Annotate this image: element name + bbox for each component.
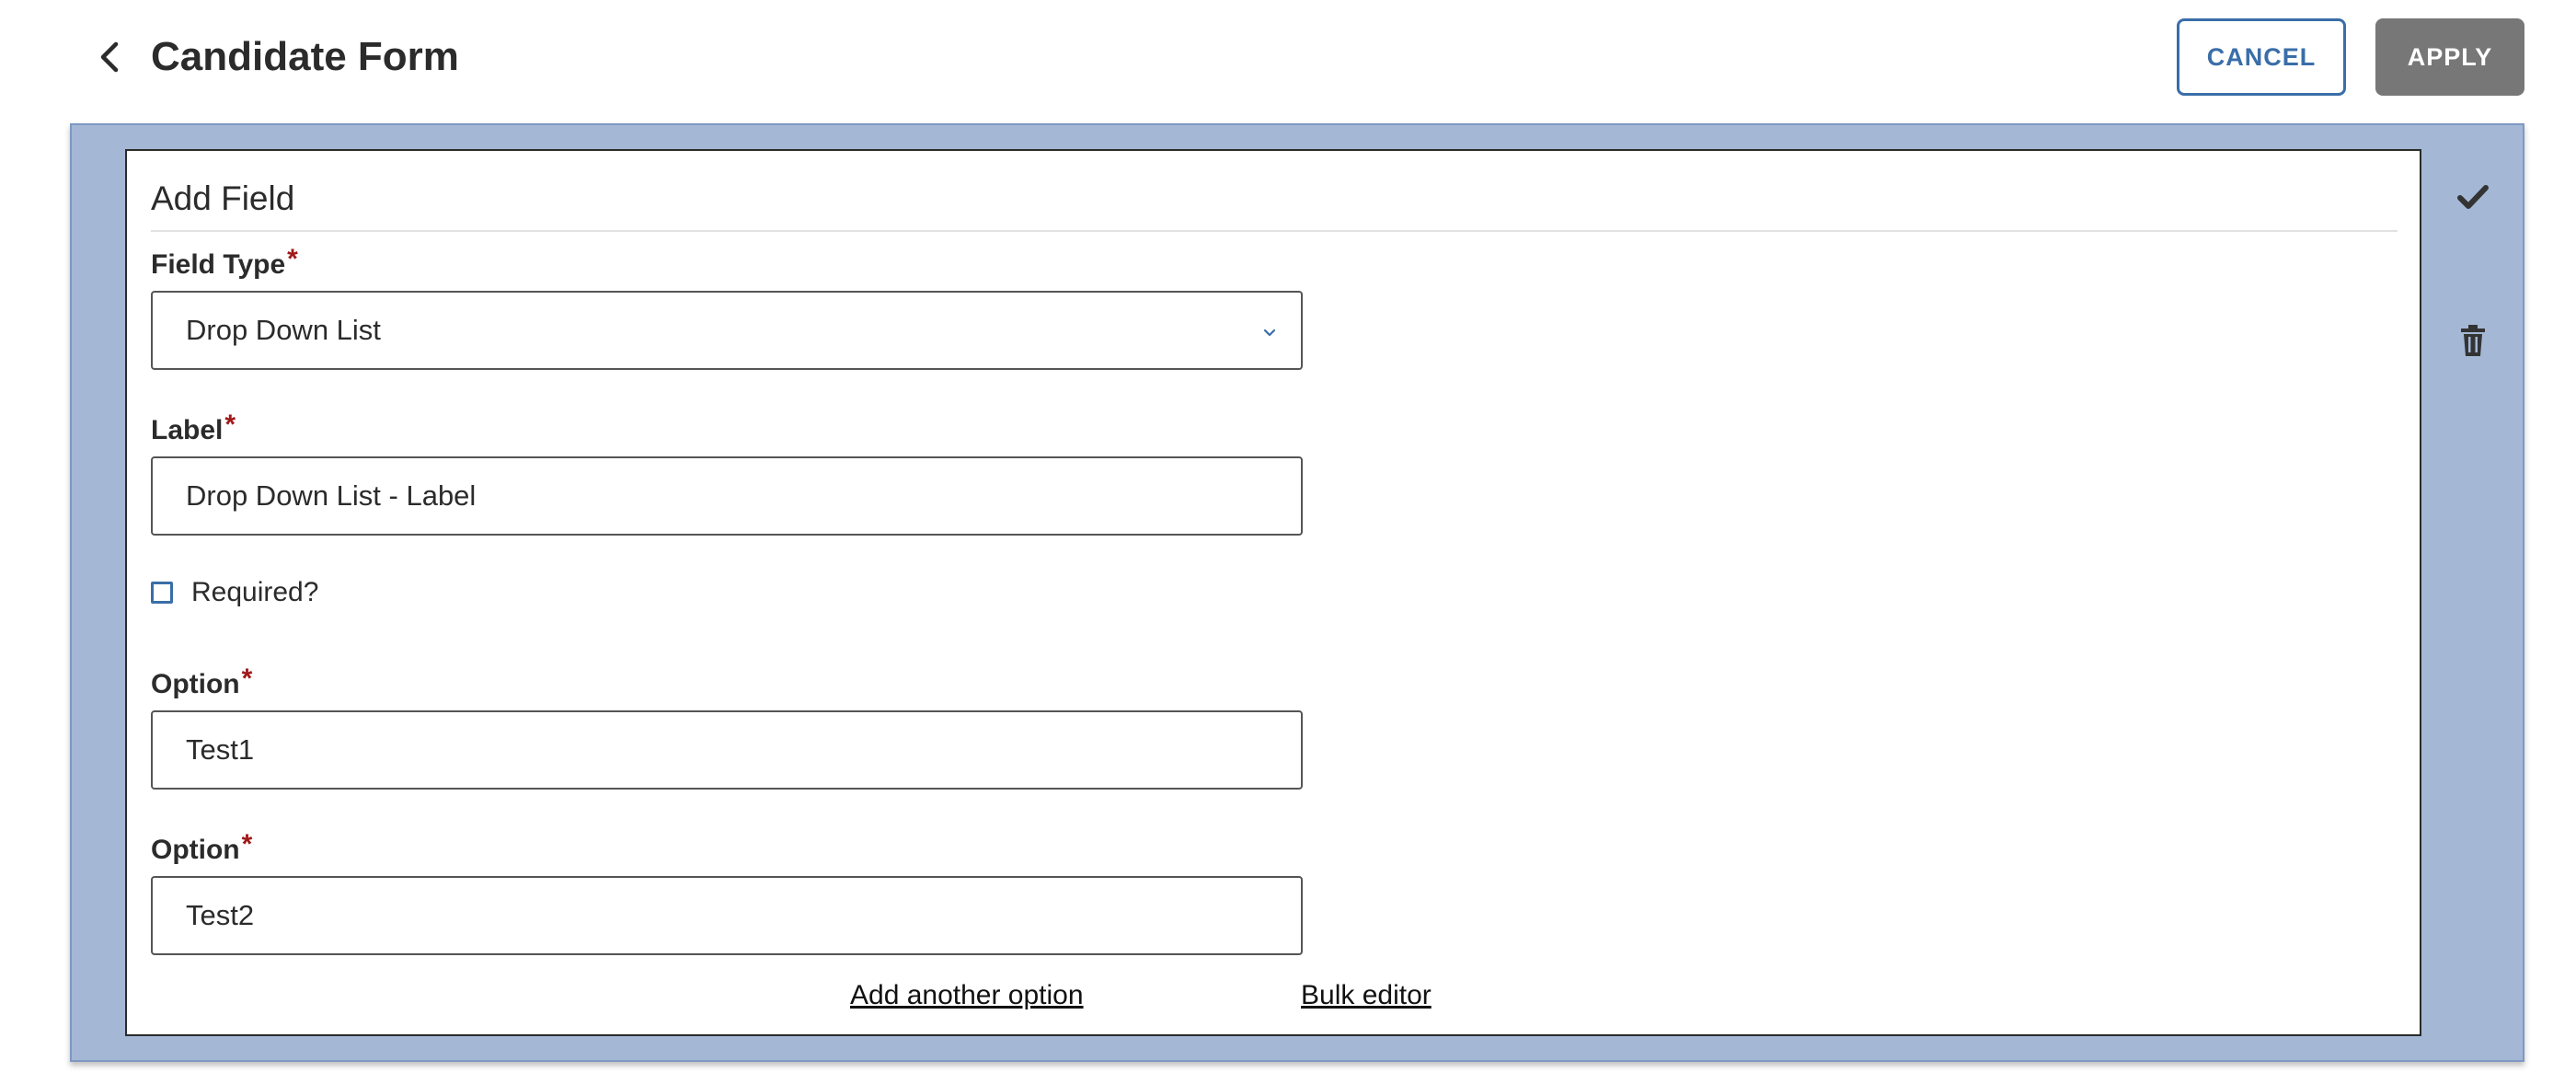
- card-title: Add Field: [151, 179, 295, 217]
- field-type-label: Field Type*: [151, 244, 298, 283]
- option-2-value: Test2: [186, 899, 255, 931]
- required-checkbox-label: Required?: [191, 577, 319, 607]
- label-input[interactable]: Drop Down List - Label: [151, 456, 1303, 536]
- chevron-left-icon: [100, 41, 119, 73]
- trash-icon: [2461, 325, 2485, 356]
- card-divider: [151, 230, 2398, 232]
- required-checkbox[interactable]: [151, 582, 173, 604]
- field-type-value: Drop Down List: [186, 314, 381, 346]
- field-type-select[interactable]: Drop Down List: [151, 291, 1303, 370]
- required-mark: *: [224, 409, 236, 440]
- back-button[interactable]: [81, 28, 140, 86]
- field-type-label-text: Field Type: [151, 249, 286, 280]
- required-mark: *: [287, 244, 298, 274]
- bulk-editor-link[interactable]: Bulk editor: [1301, 977, 1432, 1014]
- option-1-label-text: Option: [151, 669, 240, 699]
- apply-button[interactable]: APPLY: [2375, 18, 2524, 96]
- option-1-input[interactable]: Test1: [151, 710, 1303, 790]
- option-1-label: Option*: [151, 663, 253, 703]
- chevron-down-icon: [1263, 329, 1276, 337]
- label-field-label: Label*: [151, 409, 236, 449]
- page-header: Candidate Form CANCEL APPLY: [0, 0, 2576, 120]
- required-mark: *: [241, 663, 253, 694]
- page-title: Candidate Form: [151, 34, 459, 79]
- required-checkbox-row: Required?: [151, 574, 318, 611]
- check-icon: [2457, 185, 2489, 209]
- add-another-option-link[interactable]: Add another option: [850, 977, 1084, 1014]
- option-2-input[interactable]: Test2: [151, 876, 1303, 955]
- option-2-label-text: Option: [151, 835, 240, 865]
- option-1-value: Test1: [186, 733, 255, 766]
- label-field-label-text: Label: [151, 415, 224, 445]
- required-mark: *: [241, 829, 253, 859]
- label-input-value: Drop Down List - Label: [186, 479, 477, 512]
- confirm-field-button[interactable]: [2451, 175, 2495, 219]
- cancel-button[interactable]: CANCEL: [2177, 18, 2346, 96]
- delete-field-button[interactable]: [2451, 318, 2495, 363]
- add-field-card: Add Field Field Type* Drop Down List Lab…: [125, 149, 2421, 1036]
- option-2-label: Option*: [151, 829, 253, 869]
